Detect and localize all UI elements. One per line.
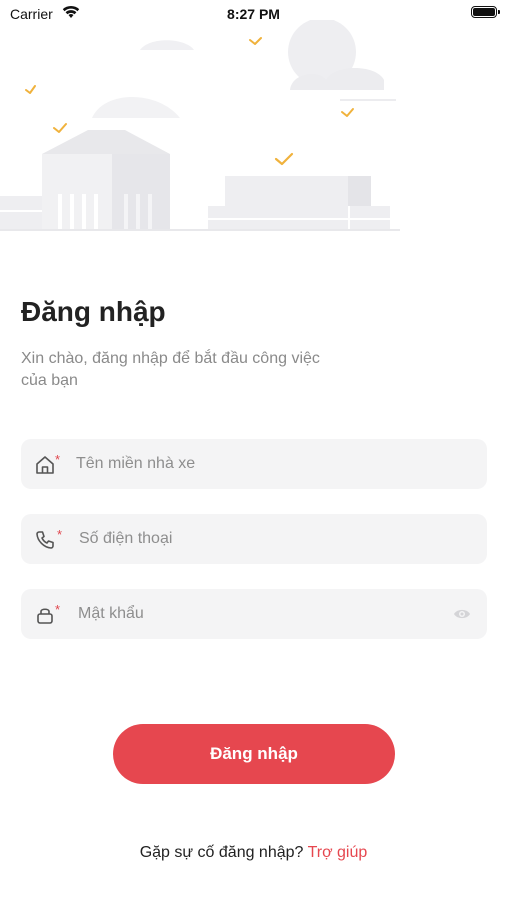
phone-icon [36, 531, 54, 549]
lock-icon [37, 608, 53, 624]
required-marker: * [55, 452, 61, 467]
page-title: Đăng nhập [21, 296, 166, 327]
required-marker: * [55, 602, 61, 617]
help-text: Gặp sự cố đăng nhập? [139, 844, 304, 861]
domain-field[interactable]: * [21, 439, 487, 489]
login-button[interactable]: Đăng nhập [113, 724, 395, 784]
city-illustration [0, 20, 400, 231]
home-icon [36, 456, 54, 474]
help-row: Gặp sự cố đăng nhập? Trợ giúp [0, 844, 507, 862]
phone-field[interactable]: * [21, 514, 487, 564]
battery-icon [471, 6, 500, 18]
eye-icon[interactable] [453, 606, 471, 622]
help-link[interactable]: Trợ giúp [308, 844, 368, 861]
password-input[interactable] [78, 589, 438, 639]
password-field[interactable]: * [21, 589, 487, 639]
required-marker: * [57, 527, 63, 542]
page-subtitle: Xin chào, đăng nhập để bắt đầu công việc… [21, 350, 320, 389]
domain-input[interactable] [76, 439, 466, 489]
phone-input[interactable] [79, 514, 469, 564]
